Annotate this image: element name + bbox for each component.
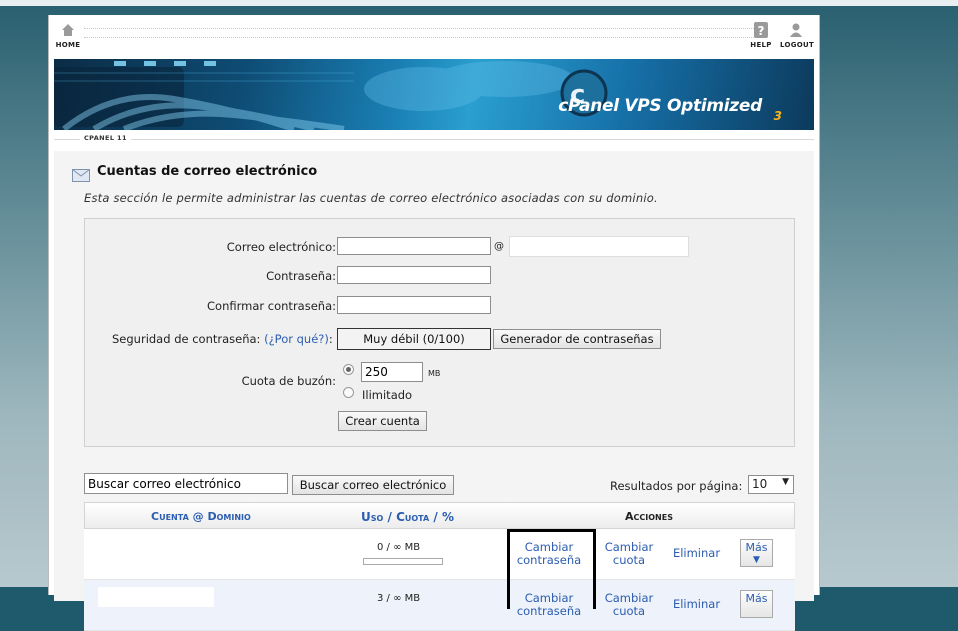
header-usage-quota[interactable]: Uso / Cuota / % bbox=[361, 510, 454, 524]
more-label: Más bbox=[745, 592, 768, 605]
password-field[interactable] bbox=[337, 266, 491, 284]
user-logout-icon bbox=[790, 23, 802, 37]
password-strength-meter: Muy débil (0/100) bbox=[337, 328, 491, 350]
cpanel-frame: HOME ? HELP LOGOUT c cPanel VPS Optimize… bbox=[48, 15, 820, 631]
quota-input[interactable] bbox=[361, 362, 423, 382]
version-line bbox=[54, 139, 814, 140]
version-label: CPANEL 11 bbox=[80, 134, 131, 142]
table-row: 0 / ∞ MB Cambiar contraseña Cambiar cuot… bbox=[84, 529, 795, 580]
delete-link[interactable]: Eliminar bbox=[669, 547, 724, 560]
quota-label: Cuota de buzón: bbox=[241, 374, 336, 388]
brand-version: 3 bbox=[773, 109, 782, 123]
nav-divider bbox=[84, 28, 754, 38]
usage-bar bbox=[363, 558, 443, 565]
cpanel-banner: c cPanel VPS Optimized 3 bbox=[54, 59, 814, 130]
confirm-password-field[interactable] bbox=[337, 296, 491, 314]
table-header: Cuenta @ Dominio Uso / Cuota / % Accione… bbox=[84, 502, 795, 529]
content-area: Cuentas de correo electrónico Esta secci… bbox=[54, 151, 814, 631]
header-account: Cuenta bbox=[151, 510, 189, 523]
why-link[interactable]: (¿Por qué?) bbox=[264, 332, 329, 346]
password-label: Contraseña: bbox=[266, 269, 336, 283]
row-usage: 0 / ∞ MB bbox=[377, 542, 421, 553]
more-button[interactable]: Más bbox=[740, 590, 773, 618]
chevron-down-icon: ▼ bbox=[782, 477, 789, 487]
version-bar: CPANEL 11 bbox=[54, 133, 814, 145]
results-per-page-value: 10 bbox=[752, 477, 768, 491]
chevron-down-icon: ▼ bbox=[753, 555, 760, 565]
header-slash-1: / bbox=[387, 510, 392, 524]
page-title: Cuentas de correo electrónico bbox=[97, 164, 318, 179]
table-row: 3 / ∞ MB Cambiar contraseña Cambiar cuot… bbox=[84, 580, 795, 631]
password-generator-button[interactable]: Generador de contraseñas bbox=[493, 329, 661, 349]
brand-cpanel: cPanel bbox=[558, 96, 619, 116]
row-usage: 3 / ∞ MB bbox=[377, 593, 421, 604]
at-sign: @ bbox=[494, 241, 504, 252]
header-at: @ bbox=[192, 510, 204, 523]
password-strength-label: Seguridad de contraseña: (¿Por qué?): bbox=[112, 332, 333, 346]
results-per-page-label: Resultados por página: bbox=[610, 479, 743, 493]
search-email-input[interactable] bbox=[84, 473, 288, 494]
create-account-form: Correo electrónico: @ Contraseña: Confir… bbox=[84, 218, 795, 447]
home-button[interactable]: HOME bbox=[52, 22, 84, 49]
help-label: HELP bbox=[750, 41, 772, 49]
strength-colon: : bbox=[328, 332, 333, 346]
more-button[interactable]: Más ▼ bbox=[740, 539, 773, 567]
banner-artwork: c bbox=[54, 61, 608, 130]
email-label: Correo electrónico: bbox=[226, 240, 336, 254]
top-nav: HOME ? HELP LOGOUT bbox=[54, 18, 814, 56]
header-usage: Uso bbox=[361, 510, 384, 524]
help-button[interactable]: ? HELP bbox=[745, 22, 777, 49]
unlimited-label: Ilimitado bbox=[362, 388, 413, 402]
header-actions: Acciones bbox=[625, 510, 673, 523]
brand-vps: VPS Optimized bbox=[618, 96, 762, 116]
logout-label: LOGOUT bbox=[780, 41, 815, 49]
results-per-page-select[interactable]: 10 ▼ bbox=[748, 475, 794, 494]
header-percent: % bbox=[441, 510, 455, 524]
confirm-password-label: Confirmar contraseña: bbox=[207, 299, 336, 313]
quota-radio-unlimited[interactable] bbox=[343, 387, 354, 398]
page-description: Esta sección le permite administrar las … bbox=[84, 191, 658, 205]
more-label: Más bbox=[745, 541, 768, 554]
strength-text: Seguridad de contraseña: bbox=[112, 332, 261, 346]
header-slash-2: / bbox=[433, 510, 438, 524]
header-domain: Dominio bbox=[207, 510, 251, 523]
help-icon: ? bbox=[754, 22, 768, 38]
svg-text:?: ? bbox=[758, 24, 765, 38]
change-quota-link[interactable]: Cambiar cuota bbox=[599, 541, 659, 567]
cpanel-brand: cPanel VPS Optimized bbox=[558, 96, 762, 116]
search-email-button[interactable]: Buscar correo electrónico bbox=[292, 475, 454, 495]
delete-link[interactable]: Eliminar bbox=[669, 598, 724, 611]
home-icon bbox=[62, 24, 74, 36]
envelope-icon bbox=[72, 169, 90, 182]
quota-unit: MB bbox=[428, 369, 441, 378]
create-account-button[interactable]: Crear cuenta bbox=[338, 411, 427, 431]
highlight-box bbox=[507, 529, 596, 609]
masked-email-account bbox=[98, 587, 214, 607]
header-account-domain[interactable]: Cuenta @ Dominio bbox=[151, 510, 251, 523]
domain-select[interactable] bbox=[509, 236, 689, 257]
quota-radio-limited[interactable] bbox=[343, 364, 354, 375]
change-quota-link[interactable]: Cambiar cuota bbox=[599, 592, 659, 618]
email-field[interactable] bbox=[337, 237, 491, 255]
header-quota: Cuota bbox=[396, 510, 430, 524]
home-label: HOME bbox=[55, 41, 81, 49]
logout-button[interactable]: LOGOUT bbox=[780, 22, 815, 49]
